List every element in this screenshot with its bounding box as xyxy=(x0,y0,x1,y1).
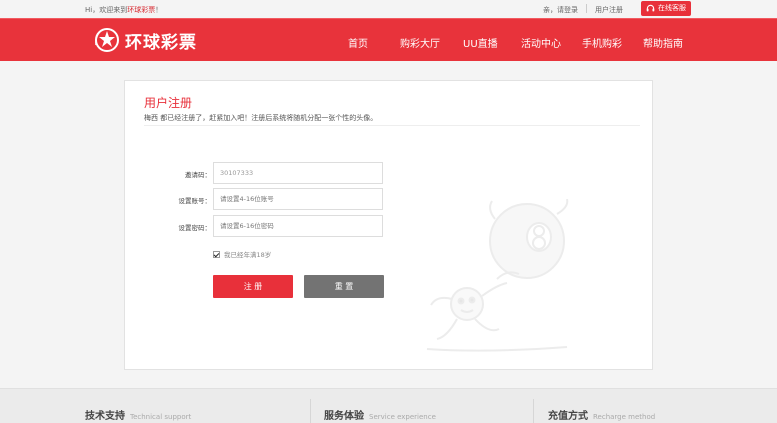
nav-mobile-lottery[interactable]: 手机购彩 xyxy=(582,35,622,50)
page-title: 用户注册 xyxy=(144,96,193,110)
nav-home[interactable]: 首页 xyxy=(348,35,368,50)
online-service-button[interactable]: 在线客服 xyxy=(641,1,691,16)
online-service-label: 在线客服 xyxy=(658,4,686,12)
footer-tech-support-title: 技术支持 xyxy=(85,411,125,422)
footer-divider xyxy=(533,399,534,423)
footer-service-experience-title: 服务体验 xyxy=(324,411,364,422)
footer-recharge-method: 充值方式 Recharge method xyxy=(548,404,655,423)
password-label: 设置密码： xyxy=(178,224,212,232)
footer-recharge-method-subtitle: Recharge method xyxy=(593,413,656,421)
age-confirm[interactable]: 我已经年满18岁 xyxy=(213,249,271,259)
greeting-brand-link[interactable]: 环球彩票 xyxy=(127,6,155,14)
divider xyxy=(586,4,587,13)
top-bar: Hi，欢迎来到环球彩票！ 亲，请登录 用户注册 在线客服 xyxy=(0,0,777,18)
logo-text: 环球彩票 xyxy=(125,32,197,53)
logo-emblem-icon xyxy=(95,28,119,52)
greeting-suffix: ！ xyxy=(155,6,163,14)
main-header: 环球彩票 首页 购彩大厅 UU直播 活动中心 手机购彩 帮助指南 xyxy=(0,18,777,61)
register-button[interactable]: 注 册 xyxy=(213,275,293,298)
headset-icon xyxy=(646,4,655,12)
registration-card: 用户注册 梅西 都已经注册了，赶紧加入吧！注册后系统将随机分配一张个性的头像。 … xyxy=(124,80,653,370)
footer-service-experience-subtitle: Service experience xyxy=(369,413,436,421)
nav-help-guide[interactable]: 帮助指南 xyxy=(643,35,683,50)
greeting-prefix: Hi，欢迎来到 xyxy=(85,6,128,14)
password-row: 设置密码： xyxy=(125,215,385,237)
account-label: 设置账号： xyxy=(178,197,212,205)
register-link[interactable]: 用户注册 xyxy=(595,5,623,15)
nav-activity-center[interactable]: 活动中心 xyxy=(521,35,561,50)
age-checkbox[interactable] xyxy=(213,250,220,258)
age-confirm-label: 我已经年满18岁 xyxy=(224,251,272,259)
title-divider xyxy=(144,125,640,126)
nav-lottery-hall[interactable]: 购彩大厅 xyxy=(400,35,440,50)
footer-tech-support: 技术支持 Technical support xyxy=(85,404,191,423)
register-note: 梅西 都已经注册了，赶紧加入吧！注册后系统将随机分配一张个性的头像。 xyxy=(144,114,378,122)
footer-divider xyxy=(310,399,311,423)
account-row: 设置账号： xyxy=(125,188,385,210)
account-input[interactable] xyxy=(213,188,383,210)
invite-code-row: 邀请码： xyxy=(125,162,385,184)
eight-ball-mascot-illustration xyxy=(426,199,569,352)
site-logo[interactable]: 环球彩票 xyxy=(92,25,197,55)
invite-code-label: 邀请码： xyxy=(185,171,211,179)
reset-button[interactable]: 重 置 xyxy=(304,275,384,298)
footer: 技术支持 Technical support 服务体验 Service experi… xyxy=(0,388,777,423)
footer-tech-support-subtitle: Technical support xyxy=(130,413,192,421)
footer-recharge-method-title: 充值方式 xyxy=(548,411,588,422)
nav-uu-live[interactable]: UU直播 xyxy=(463,35,498,50)
footer-service-experience: 服务体验 Service experience xyxy=(324,404,436,423)
greeting: Hi，欢迎来到环球彩票！ xyxy=(85,5,162,15)
login-link[interactable]: 亲，请登录 xyxy=(543,5,578,15)
invite-code-input[interactable] xyxy=(213,162,383,184)
password-input[interactable] xyxy=(213,215,383,237)
